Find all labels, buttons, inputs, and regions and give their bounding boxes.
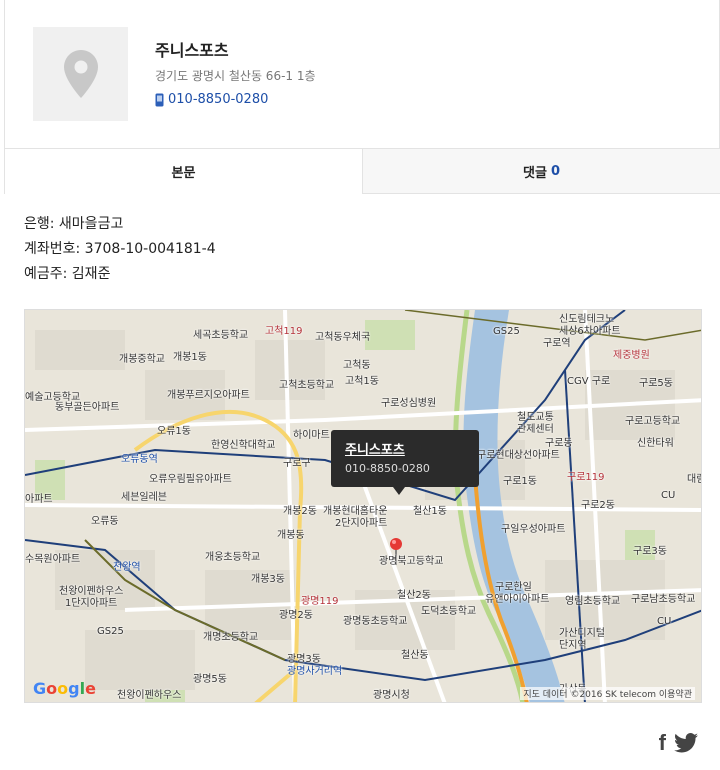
- map-label: 오류동: [91, 516, 119, 527]
- place-phone[interactable]: 010-8850-0280: [155, 92, 268, 107]
- map-label: 개봉중학교: [119, 354, 165, 365]
- map-label: GS25: [97, 626, 124, 637]
- map-pin-icon: [63, 50, 98, 98]
- twitter-icon[interactable]: [674, 733, 698, 753]
- map-label: 구로남초등학교: [631, 594, 696, 605]
- map-label: 아파트: [25, 494, 53, 505]
- map-label: 세븐일레븐: [121, 492, 167, 503]
- map-label: 관제센터: [517, 424, 554, 435]
- map-label: 구로성심병원: [381, 398, 437, 409]
- map-label: 구로현대상선아파트: [477, 450, 560, 461]
- map-label: 구로구: [283, 458, 311, 469]
- map-label: CGV 구로: [567, 376, 611, 387]
- map-label: 광명시청: [373, 690, 410, 701]
- map-label: 고척초등학교: [279, 380, 335, 391]
- map-label: 대림: [687, 474, 701, 485]
- map-copyright[interactable]: 지도 데이터 ©2016 SK telecom 이용약관: [520, 687, 695, 700]
- map-label: 구일우성아파트: [501, 524, 566, 535]
- map-label: 천왕역: [113, 562, 141, 573]
- map-label: 고척동: [343, 360, 371, 371]
- map-label: 개봉푸르지오아파트: [167, 390, 250, 401]
- map-label: 신한타워: [637, 438, 674, 449]
- facebook-icon[interactable]: f: [659, 730, 666, 756]
- map-label: 광명5동: [193, 674, 227, 685]
- map-label: CU: [657, 616, 672, 627]
- map-label: 천왕이펜하우스: [117, 690, 182, 701]
- map-label: 개봉1동: [173, 352, 207, 363]
- tab-comments-label: 댓글: [523, 165, 547, 181]
- map-info-window[interactable]: 주니스포츠 010-8850-0280: [331, 430, 479, 495]
- account-line: 계좌번호: 3708-10-004181-4: [24, 241, 216, 257]
- map-label: 도덕초등학교: [421, 606, 477, 617]
- map-label: 구로2동: [581, 500, 615, 511]
- map-label: 유앤아이아파트: [485, 594, 550, 605]
- map-label: 제중병원: [613, 350, 650, 361]
- map-label: 구로고등학교: [625, 416, 681, 427]
- map-label: 개봉2동: [283, 506, 317, 517]
- map-label: 광명북고등학교: [379, 556, 444, 567]
- map-label: 개웅초등학교: [205, 552, 261, 563]
- google-logo[interactable]: Google: [33, 679, 96, 698]
- content-tabs: 본문 댓글 0: [4, 149, 720, 194]
- map-label: 구로3동: [633, 546, 667, 557]
- map-label: GS25: [493, 326, 520, 337]
- map-label: 고척1동: [345, 376, 379, 387]
- map-label: 동부골든아파트: [55, 402, 120, 413]
- map-label: 철산2동: [397, 590, 431, 601]
- tab-body-label: 본문: [171, 166, 196, 181]
- map-label: 구로1동: [503, 476, 537, 487]
- map-label: 개봉3동: [251, 574, 285, 585]
- place-thumbnail: [33, 27, 128, 121]
- map-label: 광명사거리역: [287, 666, 343, 677]
- info-window-phone: 010-8850-0280: [345, 462, 430, 475]
- share-buttons: f: [659, 730, 698, 756]
- map-label: 세상6차아파트: [559, 326, 621, 337]
- post-body: 은행: 새마을금고 계좌번호: 3708-10-004181-4 예금주: 김재…: [24, 212, 216, 287]
- map-label: 구로5동: [639, 378, 673, 389]
- map-label: 한영신학대학교: [211, 440, 276, 451]
- map-label: 철산1동: [413, 506, 447, 517]
- comment-count: 0: [550, 163, 560, 179]
- map-label: 영림초등학교: [565, 596, 621, 607]
- map-label: 광명동초등학교: [343, 616, 408, 627]
- map-label: 오류1동: [157, 426, 191, 437]
- place-address: 경기도 광명시 철산동 66-1 1층: [155, 69, 316, 83]
- holder-line: 예금주: 김재준: [24, 266, 111, 282]
- bank-line: 은행: 새마을금고: [24, 216, 124, 232]
- map-label: 고척119: [265, 326, 303, 337]
- place-name[interactable]: 주니스포츠: [155, 37, 229, 61]
- map-label: 광명119: [301, 596, 339, 607]
- tab-body[interactable]: 본문: [5, 149, 363, 194]
- map-label: 철산동: [401, 650, 429, 661]
- map-label: 개명초등학교: [203, 632, 259, 643]
- map-label: 수목원아파트: [25, 554, 81, 565]
- map-label: CU: [661, 490, 676, 501]
- map-label: 세곡초등학교: [193, 330, 249, 341]
- map-label: 개봉동: [277, 530, 305, 541]
- map-label: 단지역: [559, 640, 587, 651]
- map-label: 고척동우체국: [315, 332, 371, 343]
- map-label: 구로119: [567, 472, 605, 483]
- map-label: 오류우림필유아파트: [149, 474, 232, 485]
- tab-comments[interactable]: 댓글 0: [363, 149, 720, 194]
- map-label: 오류동역: [121, 454, 158, 465]
- place-card: 주니스포츠 경기도 광명시 철산동 66-1 1층 010-8850-0280: [4, 0, 720, 149]
- map-label: 광명2동: [279, 610, 313, 621]
- location-map[interactable]: 세곡초등학교 고척119 고척동우체국 GS25 구로역 신도림테크노 세상6차…: [24, 309, 702, 703]
- map-label: 하이마트: [293, 430, 330, 441]
- map-label: 2단지아파트: [335, 518, 388, 529]
- info-window-title[interactable]: 주니스포츠: [345, 439, 465, 458]
- map-label: 1단지아파트: [65, 598, 118, 609]
- place-phone-number[interactable]: 010-8850-0280: [168, 92, 268, 107]
- mobile-phone-icon: [155, 93, 164, 106]
